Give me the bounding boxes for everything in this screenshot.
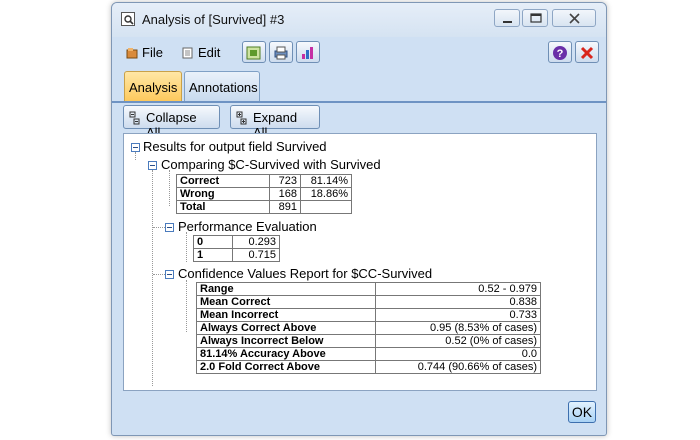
red-close-icon — [580, 46, 594, 60]
table-row: Always Correct Above 0.95 (8.53% of case… — [196, 321, 541, 335]
row-pct — [300, 200, 352, 214]
file-icon — [126, 48, 138, 59]
row-name: Range — [196, 282, 376, 296]
menu-file-label: File — [142, 45, 163, 60]
row-name: Wrong — [176, 187, 270, 201]
table-row: 1 0.715 — [193, 248, 280, 262]
row-pct: 81.14% — [300, 174, 352, 188]
row-value: 0.715 — [232, 248, 280, 262]
tab-annotations[interactable]: Annotations — [184, 71, 260, 101]
print-icon — [274, 46, 288, 60]
row-name: Mean Incorrect — [196, 308, 376, 322]
tree-connector — [153, 227, 165, 228]
row-value: 0.733 — [375, 308, 541, 322]
tree-connector — [135, 152, 136, 160]
tab-analysis[interactable]: Analysis — [124, 71, 182, 101]
ok-button[interactable]: OK — [568, 401, 596, 423]
tree-connector — [186, 232, 187, 262]
table-row: Wrong 168 18.86% — [176, 187, 352, 201]
row-name: Mean Correct — [196, 295, 376, 309]
tree-root-label: Results for output field Survived — [143, 139, 327, 154]
table-row: Range 0.52 - 0.979 — [196, 282, 541, 296]
tree-connector — [169, 170, 170, 206]
row-pct: 18.86% — [300, 187, 352, 201]
row-name: 0 — [193, 235, 233, 249]
confidence-table: Range 0.52 - 0.979 Mean Correct 0.838 Me… — [196, 282, 541, 374]
row-value: 0.0 — [375, 347, 541, 361]
magnifier-icon — [121, 12, 135, 26]
maximize-icon — [530, 13, 542, 23]
collapse-toggle-comparing[interactable] — [148, 161, 157, 170]
table-row: 0 0.293 — [193, 235, 280, 249]
title-bar[interactable]: Analysis of [Survived] #3 — [112, 3, 606, 37]
row-name: 2.0 Fold Correct Above — [196, 360, 376, 374]
tree-connector — [152, 170, 153, 386]
analysis-window: Analysis of [Survived] #3 File Edit ? An… — [111, 2, 607, 436]
row-value: 0.744 (90.66% of cases) — [375, 360, 541, 374]
row-name: Total — [176, 200, 270, 214]
row-name: Always Correct Above — [196, 321, 376, 335]
row-value: 0.838 — [375, 295, 541, 309]
print-button[interactable] — [269, 41, 293, 63]
collapse-icon — [129, 111, 140, 125]
table-row: 2.0 Fold Correct Above 0.744 (90.66% of … — [196, 360, 541, 374]
row-count: 168 — [269, 187, 301, 201]
chart-icon — [302, 47, 313, 59]
comparing-table: Correct 723 81.14% Wrong 168 18.86% Tota… — [176, 174, 352, 214]
expand-all-button[interactable]: Expand All — [230, 105, 320, 140]
collapse-all-button[interactable]: Collapse All — [123, 105, 220, 140]
help-button[interactable]: ? — [548, 41, 572, 63]
collapse-toggle-confidence[interactable] — [165, 270, 174, 279]
menu-bar: File Edit ? — [112, 37, 606, 69]
action-toolbar: Collapse All Expand All — [112, 103, 606, 140]
maximize-button[interactable] — [522, 9, 548, 27]
minimize-icon — [503, 21, 512, 23]
chart-button[interactable] — [296, 41, 320, 63]
performance-label: Performance Evaluation — [178, 219, 317, 234]
menu-file[interactable]: File — [126, 45, 163, 60]
confidence-label: Confidence Values Report for $CC-Survive… — [178, 266, 433, 281]
row-name: 1 — [193, 248, 233, 262]
performance-table: 0 0.293 1 0.715 — [193, 235, 280, 262]
row-count: 891 — [269, 200, 301, 214]
collapse-toggle-root[interactable] — [131, 143, 140, 152]
row-value: 0.52 (0% of cases) — [375, 334, 541, 348]
collapse-toggle-performance[interactable] — [165, 223, 174, 232]
row-value: 0.52 - 0.979 — [375, 282, 541, 296]
tab-annotations-label: Annotations — [189, 80, 258, 95]
close-button[interactable] — [575, 41, 599, 63]
table-row: Correct 723 81.14% — [176, 174, 352, 188]
row-name: Always Incorrect Below — [196, 334, 376, 348]
menu-edit[interactable]: Edit — [182, 45, 220, 60]
menu-edit-label: Edit — [198, 45, 221, 60]
row-value: 0.293 — [232, 235, 280, 249]
row-count: 723 — [269, 174, 301, 188]
comparing-label: Comparing $C-Survived with Survived — [161, 157, 381, 172]
edit-icon — [182, 47, 193, 59]
table-row: Always Incorrect Below 0.52 (0% of cases… — [196, 334, 541, 348]
results-panel[interactable]: Results for output field Survived Compar… — [123, 133, 597, 391]
tab-bar: Analysis Annotations — [112, 69, 606, 103]
row-name: Correct — [176, 174, 270, 188]
table-row: Total 891 — [176, 200, 352, 214]
tab-analysis-label: Analysis — [129, 80, 178, 95]
minimize-button[interactable] — [494, 9, 520, 27]
table-row: 81.14% Accuracy Above 0.0 — [196, 347, 541, 361]
row-name: 81.14% Accuracy Above — [196, 347, 376, 361]
table-row: Mean Correct 0.838 — [196, 295, 541, 309]
window-title: Analysis of [Survived] #3 — [142, 12, 285, 27]
svg-text:?: ? — [557, 48, 564, 60]
table-row: Mean Incorrect 0.733 — [196, 308, 541, 322]
help-icon: ? — [553, 46, 567, 60]
export-button[interactable] — [242, 41, 266, 63]
expand-icon — [236, 111, 247, 125]
close-icon — [569, 13, 580, 24]
export-icon — [246, 46, 261, 60]
tree-connector — [153, 274, 165, 275]
window-close-button[interactable] — [552, 9, 596, 27]
tree-connector — [186, 280, 187, 332]
row-value: 0.95 (8.53% of cases) — [375, 321, 541, 335]
